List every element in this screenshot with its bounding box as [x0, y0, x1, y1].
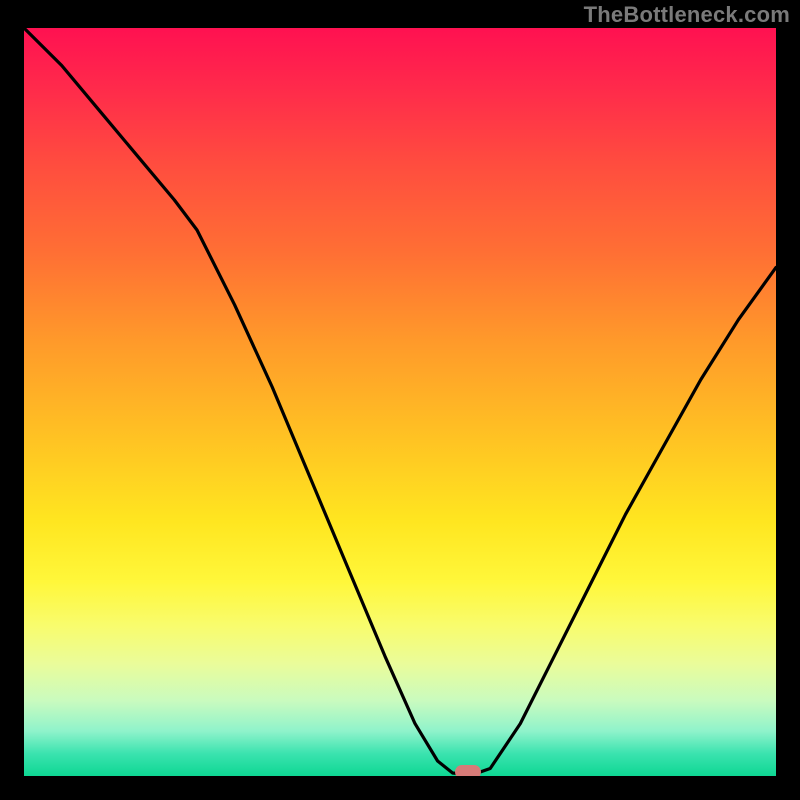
watermark-text: TheBottleneck.com [584, 2, 790, 28]
bottleneck-curve [24, 28, 776, 776]
curve-path [24, 28, 776, 775]
optimal-marker [455, 765, 481, 776]
plot-area [24, 28, 776, 776]
chart-frame: TheBottleneck.com [0, 0, 800, 800]
